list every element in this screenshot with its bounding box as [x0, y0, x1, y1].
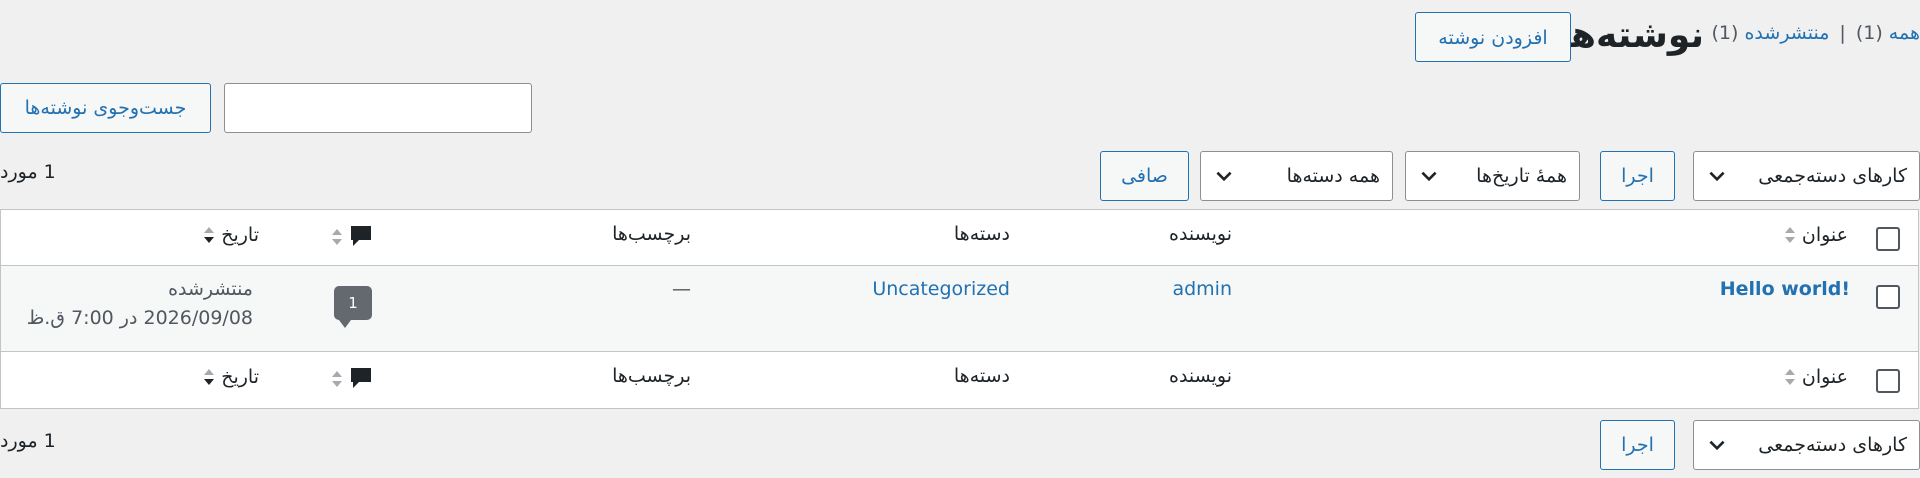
filter-published-count: (1)	[1711, 22, 1739, 44]
items-count-bottom: 1 مورد	[0, 430, 56, 452]
column-comments-sort[interactable]	[331, 224, 373, 250]
column-author-label: نویسنده	[1168, 365, 1232, 387]
filter-published-label: منتشرشده	[1744, 22, 1830, 44]
sort-arrows-icon	[332, 229, 342, 245]
column-date-label: تاریخ	[221, 224, 259, 246]
post-category-link[interactable]: Uncategorized	[872, 278, 1010, 300]
categories-filter-value: همه دسته‌ها	[1286, 165, 1380, 187]
comment-bubble-tail-icon	[339, 320, 351, 328]
table-footer-row: عنوان نویسنده دسته‌ها برچسب‌ها تاریخ	[1, 352, 1918, 408]
bulk-apply-button-bottom[interactable]: اجرا	[1600, 420, 1675, 470]
comment-bubble-icon	[351, 226, 371, 246]
column-title-label: عنوان	[1801, 366, 1848, 388]
column-title-sort-bottom[interactable]: عنوان	[1784, 365, 1848, 389]
chevron-down-icon	[1421, 171, 1437, 182]
chevron-down-icon	[1709, 440, 1725, 451]
table-header-row: عنوان نویسنده دسته‌ها برچسب‌ها تاریخ	[1, 210, 1918, 266]
select-all-checkbox-bottom[interactable]	[1876, 369, 1900, 393]
add-new-post-button[interactable]: افزودن نوشته	[1415, 12, 1571, 62]
post-author-link[interactable]: admin	[1172, 278, 1232, 300]
sort-arrows-icon	[332, 371, 342, 387]
dates-filter-select[interactable]: همهٔ تاریخ‌ها	[1405, 151, 1580, 201]
column-date-sort-bottom[interactable]: تاریخ	[203, 365, 259, 389]
sort-arrows-icon	[204, 227, 215, 243]
post-status: منتشرشده	[168, 278, 253, 300]
column-date-label: تاریخ	[221, 366, 259, 388]
table-row: Hello world! admin Uncategorized — 1 منت…	[1, 266, 1918, 352]
search-input[interactable]	[224, 83, 532, 133]
page-title: نوشته‌ها	[1557, 15, 1705, 56]
column-date-sort[interactable]: تاریخ	[203, 223, 259, 247]
search-posts-button[interactable]: جست‌وجوی نوشته‌ها	[0, 83, 211, 133]
column-title-label: عنوان	[1801, 224, 1848, 246]
sort-arrows-icon	[204, 369, 215, 385]
chevron-down-icon	[1216, 171, 1232, 182]
column-title-sort[interactable]: عنوان	[1784, 223, 1848, 247]
comment-bubble-icon	[351, 368, 371, 388]
bulk-actions-value: کارهای دسته‌جمعی	[1758, 434, 1907, 456]
status-filter-links: همه (1) | منتشرشده (1)	[1711, 20, 1920, 46]
filter-published-link[interactable]: منتشرشده (1)	[1711, 20, 1829, 46]
post-tags-value: —	[672, 278, 691, 300]
column-tags-label: برچسب‌ها	[612, 223, 691, 245]
bulk-actions-value: کارهای دسته‌جمعی	[1758, 165, 1907, 187]
row-select-checkbox[interactable]	[1876, 285, 1900, 309]
select-all-checkbox[interactable]	[1876, 227, 1900, 251]
items-count-top: 1 مورد	[0, 161, 56, 183]
filter-button[interactable]: صافی	[1100, 151, 1189, 201]
bulk-actions-select-bottom[interactable]: کارهای دسته‌جمعی	[1693, 420, 1920, 470]
comment-count-bubble[interactable]: 1	[334, 286, 372, 320]
post-title-link[interactable]: Hello world!	[1720, 278, 1850, 300]
sort-arrows-icon	[1784, 369, 1795, 385]
comment-count: 1	[348, 294, 358, 312]
bulk-apply-button[interactable]: اجرا	[1600, 151, 1675, 201]
column-author-label: نویسنده	[1168, 223, 1232, 245]
bulk-actions-select[interactable]: کارهای دسته‌جمعی	[1693, 151, 1920, 201]
column-comments-sort-bottom[interactable]	[331, 366, 373, 392]
sort-arrows-icon	[1784, 227, 1795, 243]
column-categories-label: دسته‌ها	[953, 223, 1010, 245]
filter-all-label: همه	[1888, 22, 1920, 44]
column-categories-label: دسته‌ها	[953, 365, 1010, 387]
categories-filter-select[interactable]: همه دسته‌ها	[1200, 151, 1393, 201]
filter-all-count: (1)	[1855, 22, 1883, 44]
posts-table: عنوان نویسنده دسته‌ها برچسب‌ها تاریخ Hel…	[0, 209, 1919, 409]
column-tags-label: برچسب‌ها	[612, 365, 691, 387]
filter-all-link[interactable]: همه (1)	[1856, 20, 1920, 46]
post-date: 2026/09/08 در 7:00 ق.ظ	[26, 307, 253, 329]
chevron-down-icon	[1709, 171, 1725, 182]
filter-separator: |	[1839, 22, 1846, 44]
dates-filter-value: همهٔ تاریخ‌ها	[1476, 165, 1567, 187]
